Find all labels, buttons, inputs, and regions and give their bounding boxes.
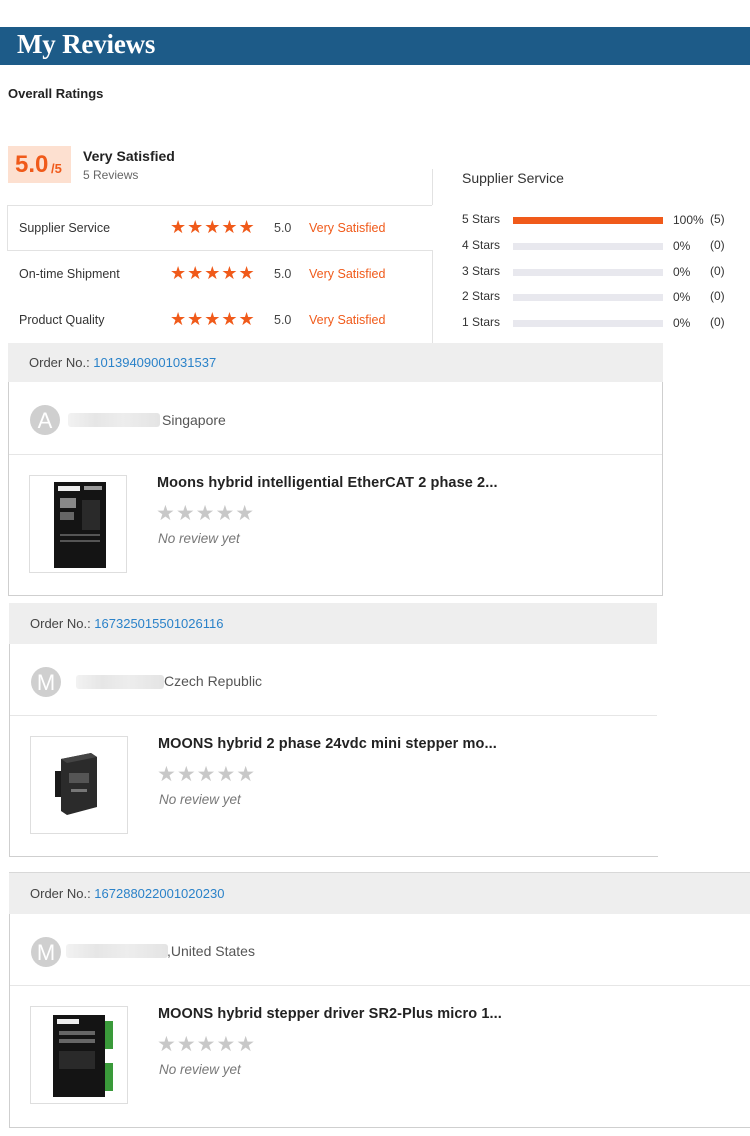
empty-star-rating-icon[interactable]: ★★★★★ bbox=[156, 503, 255, 525]
star-rating-icon: ★★★★★ bbox=[170, 263, 256, 283]
rating-score: 5.0 bbox=[274, 267, 292, 281]
rating-row-supplier-service: Supplier Service ★★★★★ 5.0 Very Satisfie… bbox=[7, 205, 432, 251]
buyer-avatar: A bbox=[30, 405, 60, 435]
overall-score-suffix: /5 bbox=[51, 161, 62, 176]
divider bbox=[9, 454, 662, 455]
overall-score-box: 5.0 /5 bbox=[8, 146, 71, 183]
star-breakdown-row: 2 Stars 0% (0) bbox=[462, 289, 742, 305]
progress-bar bbox=[513, 294, 663, 301]
count-label: (0) bbox=[710, 315, 725, 329]
star-breakdown-row: 3 Stars 0% (0) bbox=[462, 264, 742, 280]
overall-ratings-label: Overall Ratings bbox=[8, 86, 104, 101]
percent-label: 0% bbox=[673, 290, 691, 304]
overall-satisfaction: Very Satisfied bbox=[83, 148, 175, 164]
star-breakdown-row: 5 Stars 100% (5) bbox=[462, 212, 742, 228]
progress-bar bbox=[513, 217, 663, 224]
rating-text: Very Satisfied bbox=[309, 267, 386, 281]
star-rating-icon: ★★★★★ bbox=[170, 217, 256, 237]
order-number: Order No.: 167288022001020230 bbox=[30, 886, 225, 901]
rating-score: 5.0 bbox=[274, 221, 292, 235]
page-title: My Reviews bbox=[17, 29, 156, 59]
review-status: No review yet bbox=[159, 1062, 241, 1077]
percent-label: 0% bbox=[673, 265, 691, 279]
star-level-label: 1 Stars bbox=[462, 315, 501, 329]
rating-row-on-time-shipment: On-time Shipment ★★★★★ 5.0 Very Satisfie… bbox=[7, 251, 432, 297]
product-name[interactable]: Moons hybrid intelligential EtherCAT 2 p… bbox=[157, 475, 498, 491]
progress-bar bbox=[513, 320, 663, 327]
buyer-country: Singapore bbox=[162, 412, 226, 428]
count-label: (0) bbox=[710, 289, 725, 303]
product-name[interactable]: MOONS hybrid stepper driver SR2-Plus mic… bbox=[158, 1006, 502, 1022]
star-level-label: 5 Stars bbox=[462, 212, 501, 226]
order-number-link[interactable]: 10139409001031537 bbox=[93, 355, 216, 370]
rating-label: Supplier Service bbox=[19, 221, 111, 235]
count-label: (0) bbox=[710, 264, 725, 278]
star-level-label: 4 Stars bbox=[462, 238, 501, 252]
order-number-link[interactable]: 167288022001020230 bbox=[94, 886, 224, 901]
order-header: Order No.: 167325015501026116 bbox=[9, 603, 657, 644]
order-header: Order No.: 167288022001020230 bbox=[9, 872, 750, 914]
rating-label: On-time Shipment bbox=[19, 267, 120, 281]
star-level-label: 3 Stars bbox=[462, 264, 501, 278]
percent-label: 0% bbox=[673, 239, 691, 253]
count-label: (0) bbox=[710, 238, 725, 252]
product-image[interactable] bbox=[30, 1006, 128, 1104]
buyer-country: ,United States bbox=[167, 943, 255, 959]
product-image[interactable] bbox=[30, 736, 128, 834]
progress-bar bbox=[513, 269, 663, 276]
supplier-service-title: Supplier Service bbox=[462, 170, 564, 186]
product-image[interactable] bbox=[29, 475, 127, 573]
blurred-buyer-name bbox=[68, 413, 160, 427]
ratings-table: Supplier Service ★★★★★ 5.0 Very Satisfie… bbox=[7, 169, 433, 345]
review-status: No review yet bbox=[158, 531, 240, 546]
star-breakdown-row: 4 Stars 0% (0) bbox=[462, 238, 742, 254]
order-number: Order No.: 167325015501026116 bbox=[30, 616, 224, 631]
review-count: 5 Reviews bbox=[83, 168, 139, 182]
rating-text: Very Satisfied bbox=[309, 221, 386, 235]
buyer-avatar: M bbox=[31, 937, 61, 967]
review-status: No review yet bbox=[159, 792, 241, 807]
divider bbox=[10, 715, 657, 716]
progress-bar bbox=[513, 243, 663, 250]
divider bbox=[10, 985, 750, 986]
star-rating-icon: ★★★★★ bbox=[170, 309, 256, 329]
buyer-avatar: M bbox=[31, 667, 61, 697]
star-level-label: 2 Stars bbox=[462, 289, 501, 303]
percent-label: 100% bbox=[673, 213, 704, 227]
blurred-buyer-name bbox=[66, 944, 168, 958]
empty-star-rating-icon[interactable]: ★★★★★ bbox=[157, 764, 256, 786]
rating-row-product-quality: Product Quality ★★★★★ 5.0 Very Satisfied bbox=[7, 297, 432, 343]
rating-text: Very Satisfied bbox=[309, 313, 386, 327]
buyer-country: Czech Republic bbox=[164, 673, 263, 689]
blurred-buyer-name bbox=[76, 675, 164, 689]
rating-score: 5.0 bbox=[274, 313, 292, 327]
star-breakdown-row: 1 Stars 0% (0) bbox=[462, 315, 742, 331]
product-name[interactable]: MOONS hybrid 2 phase 24vdc mini stepper … bbox=[158, 736, 497, 752]
order-number: Order No.: 10139409001031537 bbox=[29, 355, 217, 370]
rating-label: Product Quality bbox=[19, 313, 105, 327]
overall-score: 5.0 bbox=[15, 151, 49, 178]
count-label: (5) bbox=[710, 212, 725, 226]
percent-label: 0% bbox=[673, 316, 691, 330]
empty-star-rating-icon[interactable]: ★★★★★ bbox=[157, 1034, 256, 1056]
order-header: Order No.: 10139409001031537 bbox=[8, 343, 663, 382]
order-number-link[interactable]: 167325015501026116 bbox=[94, 616, 223, 631]
